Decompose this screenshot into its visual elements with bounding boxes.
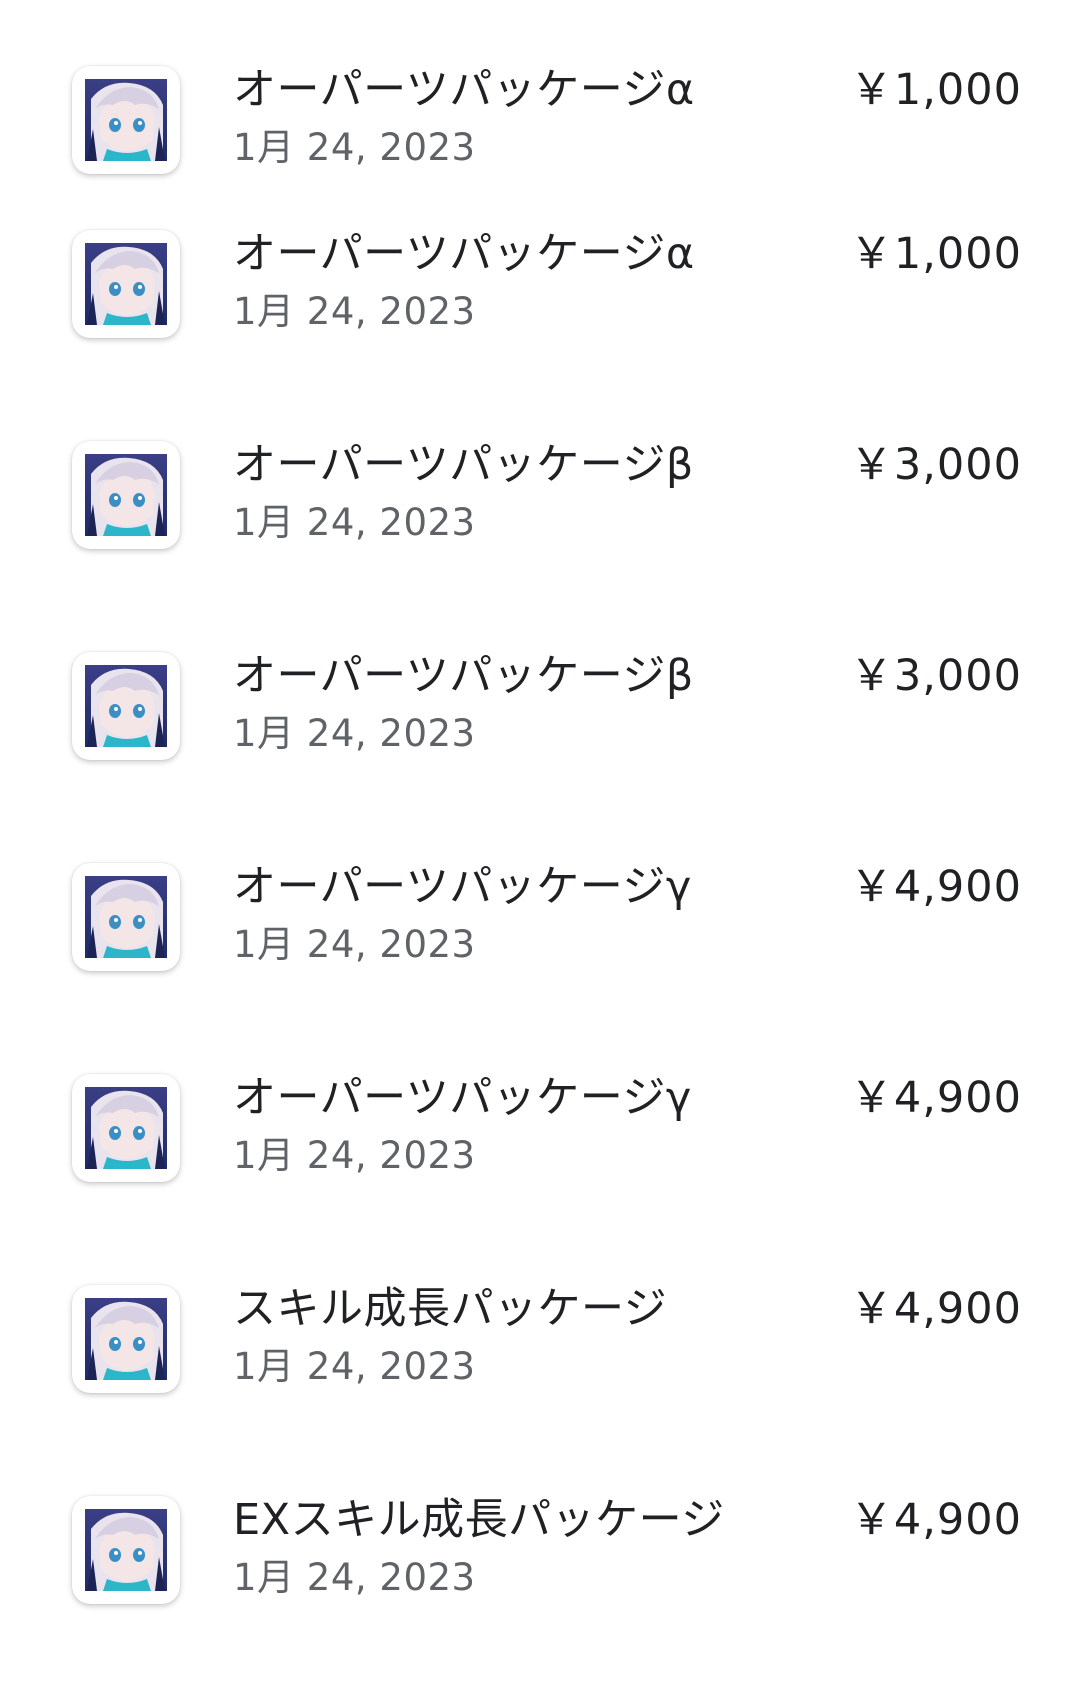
purchase-date: 1月 24, 2023 (233, 923, 476, 966)
item-title: EXスキル成長パッケージ (233, 1495, 725, 1545)
item-price: ￥4,900 (849, 1495, 1022, 1545)
item-title: オーパーツパッケージα (233, 65, 695, 115)
purchase-list-item[interactable]: オーパーツパッケージβ 1月 24, 2023 ￥3,000 (0, 586, 1080, 797)
purchase-list-item[interactable]: オーパーツパッケージα 1月 24, 2023 ￥1,000 (0, 164, 1080, 375)
purchase-date: 1月 24, 2023 (233, 1134, 476, 1177)
item-title: オーパーツパッケージβ (233, 651, 694, 701)
item-title: オーパーツパッケージα (233, 229, 695, 279)
purchase-list-item[interactable]: オーパーツパッケージγ 1月 24, 2023 ￥4,900 (0, 1008, 1080, 1219)
item-price: ￥3,000 (849, 651, 1022, 701)
item-title: オーパーツパッケージγ (233, 862, 692, 912)
purchase-list-item[interactable]: オーパーツパッケージγ 1月 24, 2023 ￥4,900 (0, 797, 1080, 1008)
item-price: ￥1,000 (849, 229, 1022, 279)
purchase-date: 1月 24, 2023 (233, 1345, 476, 1388)
purchase-list-item[interactable]: スキル成長パッケージ 1月 24, 2023 ￥4,900 (0, 1219, 1080, 1430)
purchase-list-item[interactable]: オーパーツパッケージα 1月 24, 2023 ￥1,000 (0, 0, 1080, 174)
purchase-date: 1月 24, 2023 (233, 1556, 476, 1599)
app-icon (72, 1074, 180, 1182)
item-price: ￥4,900 (849, 1073, 1022, 1123)
purchase-list-item[interactable]: オーパーツパッケージβ 1月 24, 2023 ￥3,000 (0, 375, 1080, 586)
app-icon (72, 863, 180, 971)
app-icon (72, 441, 180, 549)
item-title: オーパーツパッケージγ (233, 1073, 692, 1123)
purchase-date: 1月 24, 2023 (233, 290, 476, 333)
purchase-date: 1月 24, 2023 (233, 712, 476, 755)
app-icon (72, 1496, 180, 1604)
item-price: ￥3,000 (849, 440, 1022, 490)
app-icon (72, 66, 180, 174)
purchase-history-list: オーパーツパッケージα 1月 24, 2023 ￥1,000 オーパーツパッケー… (0, 0, 1080, 1641)
item-title: スキル成長パッケージ (233, 1284, 668, 1334)
item-price: ￥4,900 (849, 1284, 1022, 1334)
app-icon (72, 1285, 180, 1393)
app-icon (72, 652, 180, 760)
item-title: オーパーツパッケージβ (233, 440, 694, 490)
purchase-date: 1月 24, 2023 (233, 501, 476, 544)
purchase-list-item[interactable]: EXスキル成長パッケージ 1月 24, 2023 ￥4,900 (0, 1430, 1080, 1641)
item-price: ￥1,000 (849, 65, 1022, 115)
app-icon (72, 230, 180, 338)
item-price: ￥4,900 (849, 862, 1022, 912)
